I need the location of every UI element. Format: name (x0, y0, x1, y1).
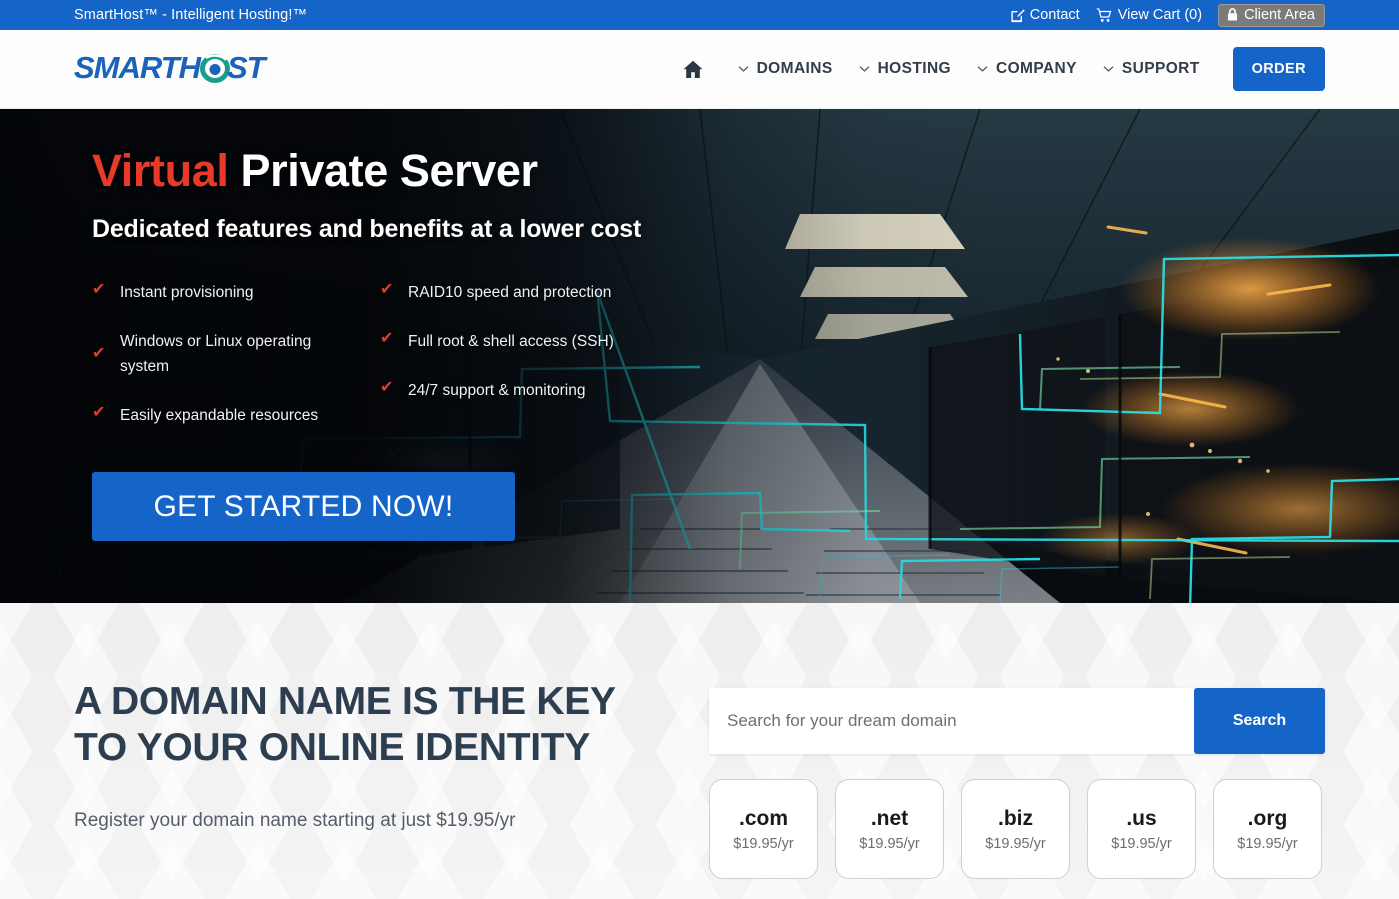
tld-price: $19.95/yr (1111, 835, 1172, 852)
chevron-down-icon (977, 65, 988, 73)
nav-item-company[interactable]: COMPANY (964, 60, 1090, 78)
top-bar-links: Contact View Cart (0) Client Area (1010, 3, 1325, 27)
feature-label: Full root & shell access (SSH) (408, 333, 614, 351)
chevron-down-icon (859, 65, 870, 73)
domain-heading-line-1: A DOMAIN NAME IS THE KEY (74, 680, 616, 723)
tld-name: .biz (998, 806, 1033, 830)
chevron-down-icon (738, 65, 749, 73)
domain-search-row: Search (709, 688, 1325, 754)
tld-price-cards: .com $19.95/yr .net $19.95/yr .biz $19.9… (709, 779, 1325, 879)
client-area-label: Client Area (1244, 6, 1315, 23)
tld-name: .net (870, 806, 909, 830)
tld-card[interactable]: .biz $19.95/yr (961, 779, 1070, 879)
feature-item: ✔ Windows or Linux operating system (92, 329, 380, 379)
hero-feature-column-left: ✔ Instant provisioning ✔ Windows or Linu… (92, 280, 380, 452)
hero-feature-column-right: ✔ RAID10 speed and protection ✔ Full roo… (380, 280, 668, 452)
domain-search-section: A DOMAIN NAME IS THE KEY TO YOUR ONLINE … (0, 603, 1399, 899)
feature-label: Instant provisioning (120, 284, 254, 302)
top-utility-bar: SmartHost™ - Intelligent Hosting!™ Conta… (0, 0, 1399, 30)
nav-item-label: DOMAINS (756, 60, 833, 77)
tld-name: .com (738, 806, 788, 830)
contact-link[interactable]: Contact (1010, 7, 1080, 23)
hero-content: Virtual Private Server Dedicated feature… (0, 109, 1399, 542)
nav-item-label: HOSTING (877, 60, 951, 77)
home-icon (683, 60, 703, 79)
tld-card[interactable]: .net $19.95/yr (835, 779, 944, 879)
nav-home-link[interactable] (673, 60, 725, 79)
feature-label: RAID10 speed and protection (408, 284, 612, 302)
tld-price: $19.95/yr (733, 835, 794, 852)
svg-text:SMARTH: SMARTH (74, 52, 202, 85)
chevron-down-icon (1103, 65, 1114, 73)
get-started-button[interactable]: GET STARTED NOW! (92, 472, 515, 542)
tld-price: $19.95/yr (985, 835, 1046, 852)
nav-item-domains[interactable]: DOMAINS (725, 60, 846, 78)
view-cart-label: View Cart (0) (1117, 7, 1203, 23)
tld-card[interactable]: .us $19.95/yr (1087, 779, 1196, 879)
tld-name: .org (1247, 806, 1288, 830)
feature-label: 24/7 support & monitoring (408, 382, 586, 400)
domain-search-input[interactable] (709, 688, 1194, 754)
hero-banner: Virtual Private Server Dedicated feature… (0, 109, 1399, 603)
tld-card[interactable]: .org $19.95/yr (1213, 779, 1322, 879)
site-logo[interactable]: SMARTH ST (74, 52, 284, 86)
tld-card[interactable]: .com $19.95/yr (709, 779, 818, 879)
feature-item: ✔ Easily expandable resources (92, 403, 380, 428)
tld-price: $19.95/yr (1237, 835, 1298, 852)
shopping-cart-icon (1096, 7, 1113, 23)
domain-heading: A DOMAIN NAME IS THE KEY TO YOUR ONLINE … (74, 679, 709, 771)
feature-item: ✔ 24/7 support & monitoring (380, 378, 668, 403)
tld-name: .us (1126, 806, 1157, 830)
feature-item: ✔ Instant provisioning (92, 280, 380, 305)
site-header: SMARTH ST DOMAINS HOSTING COMPANY SUPPOR… (0, 30, 1399, 109)
domain-search-button[interactable]: Search (1194, 688, 1325, 754)
check-icon: ✔ (92, 404, 106, 422)
nav-item-label: SUPPORT (1121, 60, 1200, 77)
lock-icon (1227, 8, 1238, 21)
nav-item-hosting[interactable]: HOSTING (846, 60, 964, 78)
hero-title-accent: Virtual (92, 145, 229, 196)
domain-copy: A DOMAIN NAME IS THE KEY TO YOUR ONLINE … (74, 679, 709, 879)
feature-label: Easily expandable resources (120, 407, 319, 425)
hero-subtitle: Dedicated features and benefits at a low… (92, 215, 642, 244)
view-cart-link[interactable]: View Cart (0) (1096, 7, 1202, 23)
domain-search-panel: Search .com $19.95/yr .net $19.95/yr .bi… (709, 679, 1325, 879)
check-icon: ✔ (380, 281, 394, 299)
hero-title-rest: Private Server (228, 145, 539, 196)
nav-item-label: COMPANY (996, 60, 1077, 77)
smarthost-logo-mark: SMARTH ST (74, 52, 270, 85)
svg-text:ST: ST (227, 52, 269, 85)
check-icon: ✔ (92, 281, 106, 299)
check-icon: ✔ (92, 345, 106, 363)
domain-price-note: Register your domain name starting at ju… (74, 810, 516, 832)
domain-heading-line-2: TO YOUR ONLINE IDENTITY (74, 726, 591, 770)
nav-item-support[interactable]: SUPPORT (1090, 60, 1213, 78)
site-tagline: SmartHost™ - Intelligent Hosting!™ (74, 7, 308, 23)
pencil-square-icon (1010, 8, 1025, 23)
check-icon: ✔ (380, 379, 394, 397)
main-navigation: DOMAINS HOSTING COMPANY SUPPORT ORDER (673, 47, 1325, 91)
client-area-button[interactable]: Client Area (1218, 3, 1325, 27)
hero-feature-list: ✔ Instant provisioning ✔ Windows or Linu… (92, 280, 712, 452)
tld-price: $19.95/yr (859, 835, 920, 852)
hero-title: Virtual Private Server (92, 147, 1399, 194)
check-icon: ✔ (380, 330, 394, 348)
feature-label: Windows or Linux operating system (120, 333, 312, 376)
feature-item: ✔ RAID10 speed and protection (380, 280, 668, 305)
order-button[interactable]: ORDER (1232, 47, 1325, 91)
contact-label: Contact (1029, 7, 1080, 23)
feature-item: ✔ Full root & shell access (SSH) (380, 329, 668, 354)
